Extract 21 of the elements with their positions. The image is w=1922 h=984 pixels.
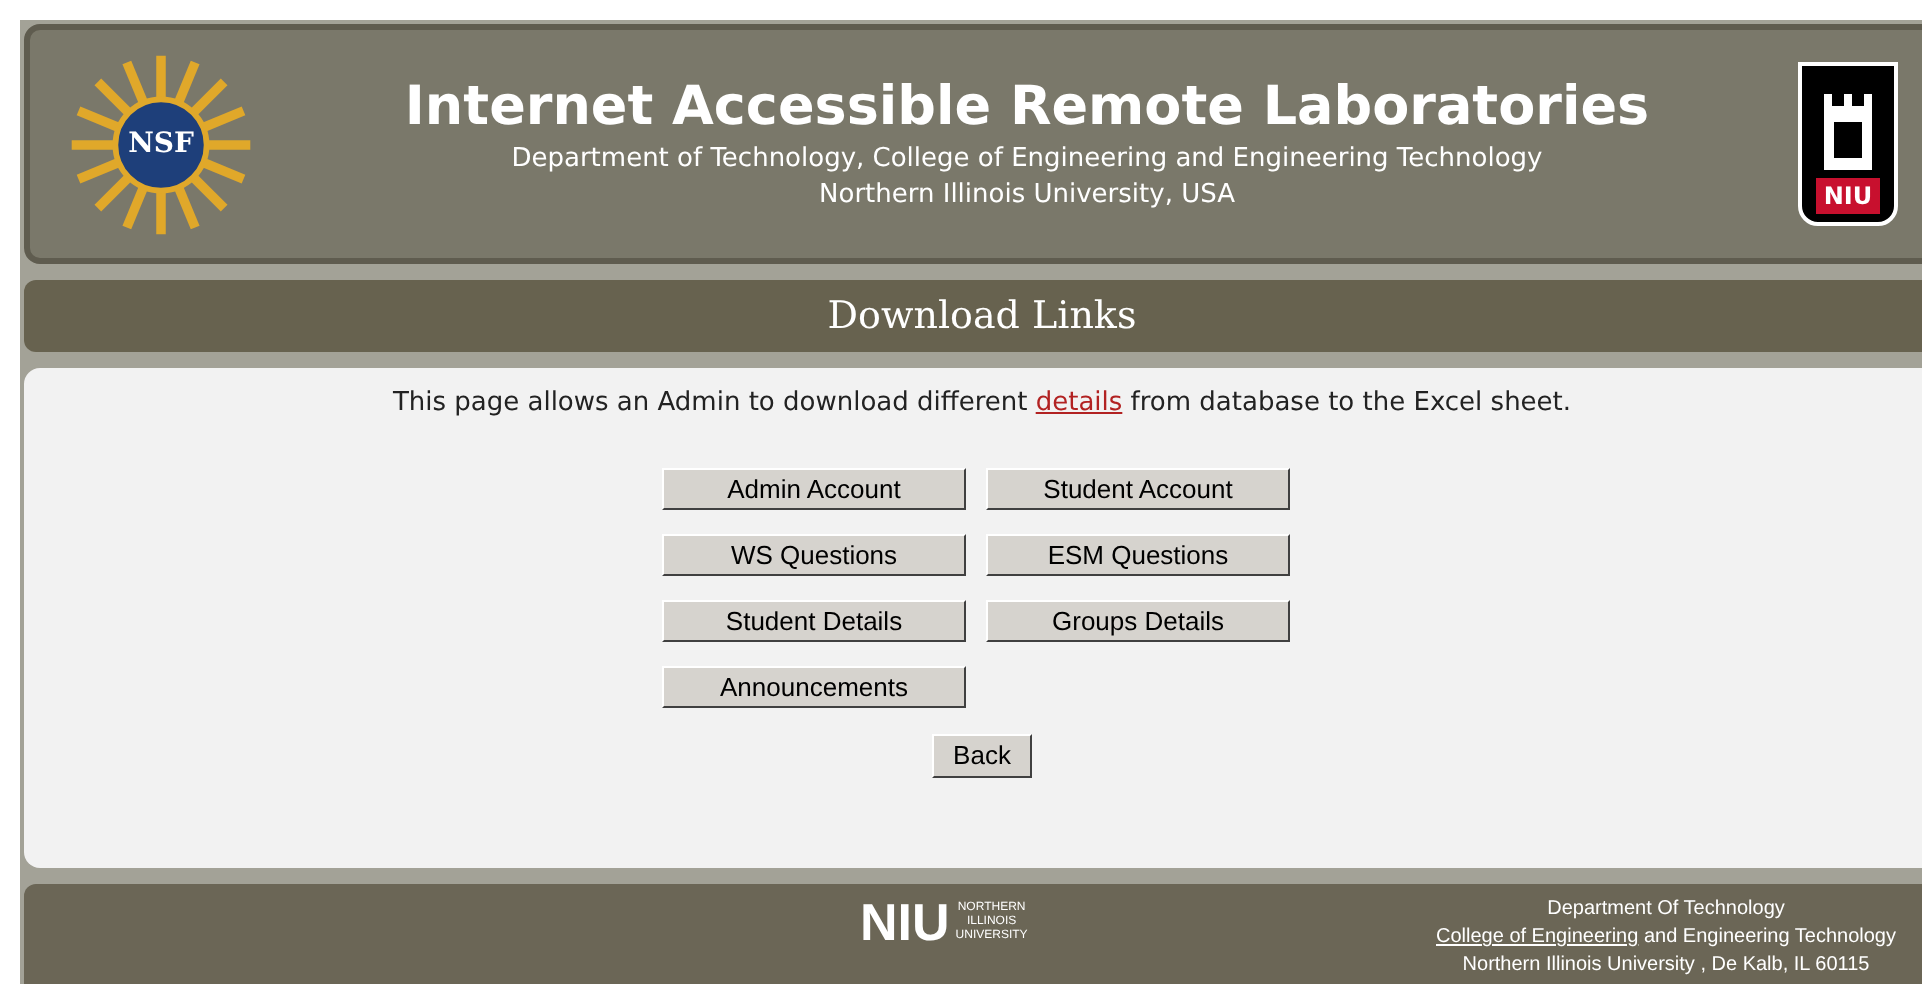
nsf-logo: NSF	[66, 49, 256, 239]
page-title: Download Links	[827, 291, 1137, 342]
footer-text: College of Engineering and Engineering Technology	[1436, 924, 1896, 952]
download-button[interactable]: ESM Questions	[986, 533, 1290, 575]
download-button[interactable]: Student Account	[986, 467, 1290, 509]
footer-text: Northern Illinois University , De Kalb, IL 60115	[1462, 952, 1870, 980]
download-button[interactable]: Groups Details	[986, 599, 1290, 641]
footer-text: Department Of Technology	[1547, 896, 1785, 924]
download-button[interactable]: Admin Account	[662, 467, 966, 509]
college-link[interactable]: College of Engineering	[1436, 926, 1639, 948]
site-title: Internet Accessible Remote Laboratories	[404, 74, 1650, 142]
download-button[interactable]: Student Details	[662, 599, 966, 641]
back-button[interactable]: Back	[931, 733, 1033, 777]
niu-logo: NIU	[1798, 62, 1898, 226]
site-subtitle: Department of Technology, College of Engineering and Engineering Technology	[511, 142, 1543, 178]
intro-text: This page allows an Admin to download different details from database to the Excel sheet.	[392, 386, 1572, 422]
download-button[interactable]: Announcements	[662, 665, 966, 707]
details-link[interactable]: details	[1035, 388, 1123, 418]
building-icon	[1818, 90, 1878, 170]
site-subtitle: Northern Illinois University, USA	[819, 178, 1235, 214]
download-button[interactable]: WS Questions	[662, 533, 966, 575]
